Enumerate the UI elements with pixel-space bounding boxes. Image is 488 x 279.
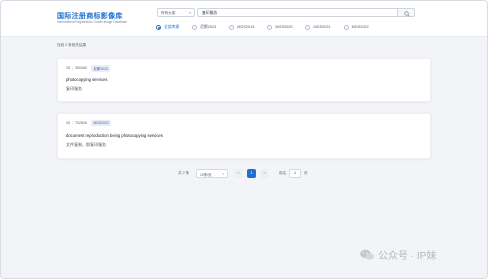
result-count: 找到 2 条相关结果 xyxy=(57,43,87,47)
page-number-current[interactable]: 1 xyxy=(247,169,256,178)
class-number: 35 xyxy=(66,66,70,71)
item-english-name: document reproduction being photocopying… xyxy=(66,133,163,138)
source-badge: MGS2022 xyxy=(90,120,112,126)
filter-mgs-2022[interactable]: MGS2022 xyxy=(343,24,369,30)
total-count: 共 2 条 xyxy=(178,171,190,175)
watermark-text: 公众号 · IP妹 xyxy=(378,251,437,262)
radio-icon xyxy=(192,24,198,30)
radio-icon xyxy=(267,24,273,30)
result-card[interactable]: 35 | 350089 尼斯2023 photocopying services… xyxy=(57,58,431,102)
meta-separator: | xyxy=(72,66,73,71)
radio-icon xyxy=(305,24,311,30)
page-size-select[interactable]: 10条/页 ▾ xyxy=(196,169,228,178)
goto-label: 前往 xyxy=(279,171,287,175)
class-number: 35 xyxy=(66,120,70,125)
search-input[interactable]: 复印服务 xyxy=(197,8,397,17)
result-meta: 35 | 350089 尼斯2023 xyxy=(66,65,111,72)
filter-all-sources[interactable]: 全部库源 xyxy=(156,24,179,30)
radio-icon xyxy=(343,24,349,30)
result-card[interactable]: 35 | 752808 MGS2022 document reproductio… xyxy=(57,113,431,159)
radio-selected-icon xyxy=(156,24,161,30)
class-scope-select[interactable]: 所有大类 ▾ xyxy=(157,8,195,17)
goto-page-input[interactable]: 1 xyxy=(289,169,301,178)
item-chinese-name: 复印服务 xyxy=(66,86,82,91)
meta-separator: | xyxy=(72,120,73,125)
chevron-down-icon: ▾ xyxy=(189,11,191,15)
prev-page-button[interactable]: < xyxy=(234,169,243,178)
header: 国际注册商标影像库 International Registration Goo… xyxy=(1,1,487,37)
filter-nice-2023[interactable]: 尼斯2023 xyxy=(192,24,216,30)
class-scope-value: 所有大类 xyxy=(161,11,176,15)
filter-mgs-2020[interactable]: MGS2020 xyxy=(267,24,292,30)
logo-subtitle: International Registration Goods Image D… xyxy=(57,20,127,24)
search-icon xyxy=(404,10,410,17)
radio-icon xyxy=(229,24,235,30)
filter-mgs-2019[interactable]: MGS2019 xyxy=(229,24,254,30)
item-code: 350089 xyxy=(74,66,87,71)
source-filter-group: 全部库源 尼斯2023 MGS2019 MGS2020 MGS2021 MGS2… xyxy=(156,23,382,31)
watermark: 公众号 · IP妹 xyxy=(359,247,436,262)
source-badge: 尼斯2023 xyxy=(90,65,111,72)
result-meta: 35 | 752808 MGS2022 xyxy=(66,120,112,126)
pagination: 共 2 条 10条/页 ▾ < 1 > 前往 1 页 xyxy=(1,169,487,178)
app-window: 国际注册商标影像库 International Registration Goo… xyxy=(0,0,488,279)
page-unit-label: 页 xyxy=(304,171,308,175)
item-english-name: photocopying services xyxy=(66,77,108,82)
item-code: 752808 xyxy=(74,120,87,125)
filter-mgs-2021[interactable]: MGS2021 xyxy=(305,24,331,30)
item-chinese-name: 文件复制、即复印服务 xyxy=(66,142,106,147)
chevron-down-icon: ▾ xyxy=(222,171,224,176)
wechat-icon xyxy=(360,249,374,260)
page-size-value: 10条/页 xyxy=(200,172,212,177)
next-page-button[interactable]: > xyxy=(260,169,269,178)
search-button[interactable] xyxy=(397,8,415,17)
